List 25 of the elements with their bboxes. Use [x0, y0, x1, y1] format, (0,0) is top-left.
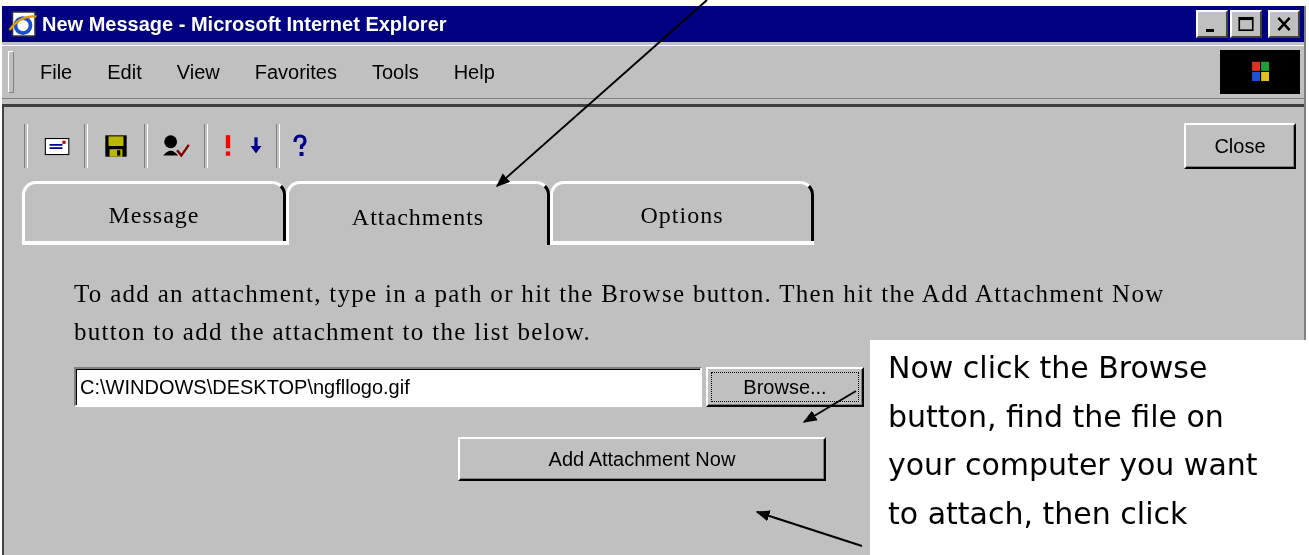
close-icon [1275, 16, 1293, 32]
menu-item[interactable]: Edit [107, 60, 142, 84]
callout-text: Now click the Browse button, find the file on your computer you want to attach, then click [887, 349, 1259, 533]
toolbar-grip[interactable] [8, 51, 14, 93]
menu-item[interactable]: Tools [371, 60, 419, 84]
add-attachment-button[interactable]: Add Attachment Now [458, 437, 826, 481]
menu-item[interactable]: Help [453, 60, 495, 84]
maximize-icon [1237, 16, 1255, 32]
menu-item[interactable]: File [40, 60, 73, 84]
windows-logo-icon [1220, 50, 1300, 94]
tab[interactable]: Attachments [286, 181, 550, 245]
minimize-icon [1206, 28, 1214, 32]
browse-button[interactable]: Browse... [706, 367, 864, 407]
window-title: New Message - Microsoft Internet Explorer [42, 12, 448, 36]
close-button[interactable]: Close [1184, 123, 1296, 169]
browser-icon [8, 9, 38, 39]
menu-item[interactable]: View [176, 60, 220, 84]
file-path-field[interactable]: C:\WINDOWS\DESKTOP\ngfllogo.gif [74, 367, 702, 407]
help-icon[interactable] [292, 133, 308, 159]
menu-item[interactable]: Favorites [254, 60, 337, 84]
instructions-text: To add an attachment, type in a path or hit the Browse button. Then hit the Add Attachment Now button to add the attachment to the list below. [74, 279, 1166, 347]
maximize-button[interactable] [1230, 10, 1262, 38]
close-window-button[interactable] [1268, 10, 1300, 38]
person-check-icon[interactable] [160, 133, 192, 159]
minimize-button[interactable] [1196, 10, 1228, 38]
